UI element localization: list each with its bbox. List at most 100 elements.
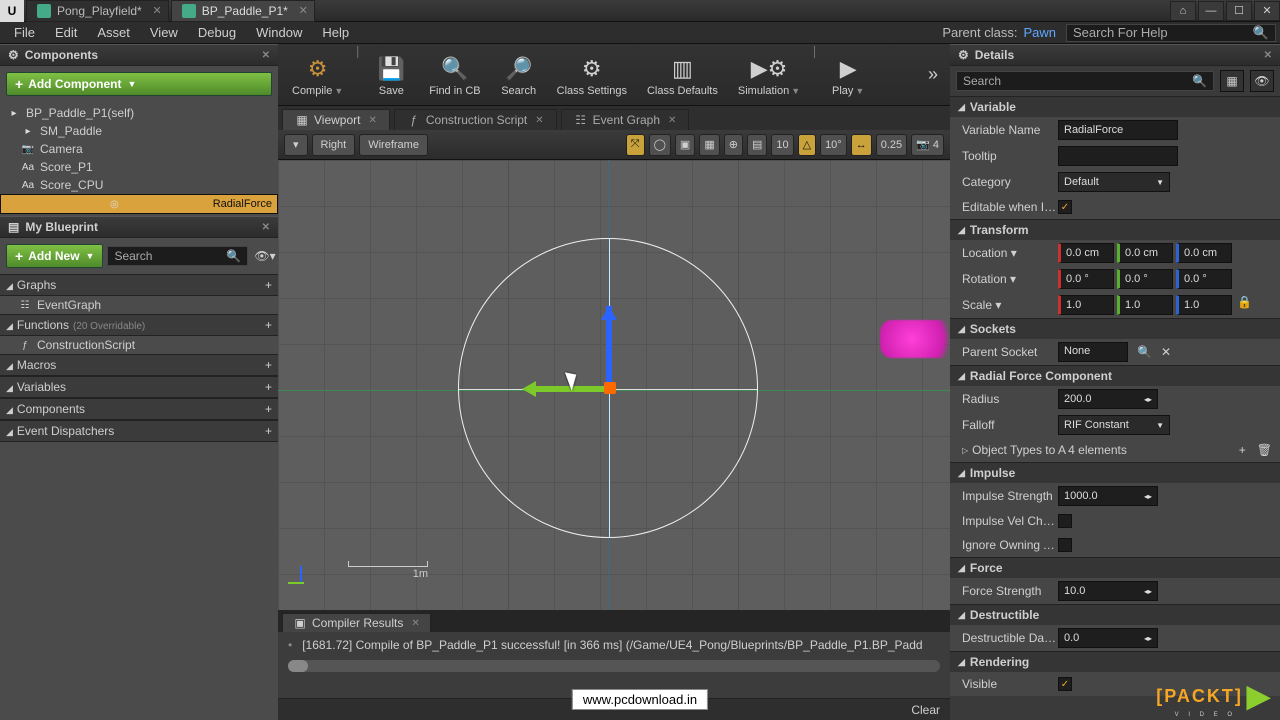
- viewport-snap-option[interactable]: 10: [771, 134, 793, 156]
- close-icon[interactable]: ✕: [299, 4, 308, 17]
- checkbox[interactable]: [1058, 514, 1072, 528]
- viewport-tab[interactable]: ☷Event Graph✕: [561, 109, 690, 130]
- plus-icon[interactable]: +: [265, 318, 272, 332]
- toolbar-class-settings-button[interactable]: ⚙Class Settings: [547, 47, 637, 103]
- component-root[interactable]: ▸BP_Paddle_P1(self): [0, 104, 278, 122]
- toolbar-compile-button[interactable]: ⚙Compile▼: [282, 47, 353, 103]
- add-new-button[interactable]: + Add New ▼: [6, 244, 103, 268]
- section-header[interactable]: ◢Rendering: [950, 652, 1280, 672]
- vector-field[interactable]: [1117, 269, 1173, 289]
- viewport-snap-option[interactable]: ▣: [675, 134, 695, 156]
- plus-icon[interactable]: +: [265, 278, 272, 292]
- compiler-results-tab[interactable]: ▣ Compiler Results ✕: [282, 613, 431, 632]
- property-matrix-button[interactable]: ▦: [1220, 70, 1244, 92]
- component-item[interactable]: ▸SM_Paddle: [0, 122, 278, 140]
- gear-icon[interactable]: ⚙: [958, 48, 969, 62]
- close-icon[interactable]: ✕: [368, 115, 376, 126]
- toolbar-search-button[interactable]: 🔎Search: [491, 47, 547, 103]
- section-header[interactable]: ◢Impulse: [950, 463, 1280, 483]
- maximize-button[interactable]: ☐: [1226, 1, 1252, 21]
- horizontal-scrollbar[interactable]: [288, 660, 940, 672]
- close-icon[interactable]: ✕: [668, 115, 676, 126]
- category-header[interactable]: ◢Variables+: [0, 376, 278, 398]
- viewport-snap-option[interactable]: ▦: [699, 134, 719, 156]
- search-help-input[interactable]: Search For Help 🔍: [1066, 24, 1276, 42]
- checkbox[interactable]: [1058, 538, 1072, 552]
- spinbox[interactable]: 10.0◂▸: [1058, 581, 1158, 601]
- toolbar-class-defaults-button[interactable]: ▥Class Defaults: [637, 47, 728, 103]
- text-input[interactable]: [1058, 120, 1178, 140]
- details-search[interactable]: Search 🔍: [956, 71, 1214, 91]
- minimize-button[interactable]: —: [1198, 1, 1224, 21]
- section-header[interactable]: ◢Variable: [950, 97, 1280, 117]
- blueprint-item[interactable]: ☷EventGraph: [0, 296, 278, 314]
- vector-field[interactable]: [1176, 295, 1232, 315]
- toolbar-simulation-button[interactable]: ▶⚙Simulation▼: [728, 47, 810, 103]
- text-input[interactable]: [1058, 146, 1178, 166]
- vector-field[interactable]: [1058, 295, 1114, 315]
- viewport-snap-option[interactable]: 0.25: [876, 134, 907, 156]
- section-header[interactable]: ◢Sockets: [950, 319, 1280, 339]
- plus-icon[interactable]: +: [265, 402, 272, 416]
- spinbox[interactable]: 1000.0◂▸: [1058, 486, 1158, 506]
- parent-class-link[interactable]: Pawn: [1023, 25, 1056, 40]
- viewport-snap-option[interactable]: 📷 4: [911, 134, 944, 156]
- vector-field[interactable]: [1058, 243, 1114, 263]
- viewport-option[interactable]: Wireframe: [359, 134, 428, 156]
- viewport-snap-option[interactable]: △: [798, 134, 816, 156]
- component-item[interactable]: 📷Camera: [0, 140, 278, 158]
- menu-file[interactable]: File: [4, 23, 45, 42]
- dropdown[interactable]: RIF Constant▼: [1058, 415, 1170, 435]
- menu-asset[interactable]: Asset: [87, 23, 140, 42]
- checkbox[interactable]: ✓: [1058, 677, 1072, 691]
- viewport-tab[interactable]: ▦Viewport✕: [282, 109, 390, 130]
- delete-icon[interactable]: 🗑: [1257, 443, 1272, 457]
- toolbar-find-in-cb-button[interactable]: 🔍Find in CB: [419, 47, 490, 103]
- toolbar-save-button[interactable]: 💾Save: [363, 47, 419, 103]
- component-item[interactable]: AaScore_CPU: [0, 176, 278, 194]
- menu-edit[interactable]: Edit: [45, 23, 87, 42]
- my-blueprint-search[interactable]: Search 🔍: [107, 246, 248, 266]
- component-item[interactable]: ◎RadialForce: [0, 194, 278, 214]
- marketplace-icon[interactable]: ⌂: [1170, 1, 1196, 21]
- vector-field[interactable]: [1058, 269, 1114, 289]
- plus-icon[interactable]: +: [265, 358, 272, 372]
- search-icon[interactable]: 🔍: [1137, 345, 1152, 359]
- category-header[interactable]: ◢Macros+: [0, 354, 278, 376]
- toolbar-overflow[interactable]: »: [920, 64, 946, 85]
- close-button[interactable]: ✕: [1254, 1, 1280, 21]
- viewport-snap-option[interactable]: ▤: [747, 134, 767, 156]
- menu-window[interactable]: Window: [246, 23, 312, 42]
- viewport[interactable]: 1m: [278, 160, 950, 610]
- viewport-option[interactable]: ▾: [284, 134, 308, 156]
- section-header[interactable]: ◢Radial Force Component: [950, 366, 1280, 386]
- clear-icon[interactable]: ✕: [1161, 345, 1171, 359]
- add-component-button[interactable]: + Add Component ▼: [6, 72, 272, 96]
- gear-icon[interactable]: ⚙: [8, 48, 19, 62]
- document-tab[interactable]: BP_Paddle_P1*✕: [171, 0, 315, 22]
- blueprint-item[interactable]: ƒConstructionScript: [0, 336, 278, 354]
- vector-field[interactable]: [1117, 243, 1173, 263]
- close-icon[interactable]: ✕: [411, 618, 419, 629]
- close-icon[interactable]: ✕: [262, 222, 270, 233]
- category-header[interactable]: ◢Graphs+: [0, 274, 278, 296]
- spinbox[interactable]: 0.0◂▸: [1058, 628, 1158, 648]
- viewport-snap-option[interactable]: ⤧: [626, 134, 645, 156]
- document-tab[interactable]: Pong_Playfield*✕: [26, 0, 169, 22]
- viewport-option[interactable]: Right: [312, 134, 356, 156]
- close-icon[interactable]: ✕: [153, 4, 162, 17]
- plus-icon[interactable]: +: [265, 380, 272, 394]
- book-icon[interactable]: ▤: [8, 220, 19, 234]
- checkbox[interactable]: ✓: [1058, 200, 1072, 214]
- close-icon[interactable]: ✕: [262, 50, 270, 61]
- plus-icon[interactable]: +: [265, 424, 272, 438]
- viewport-tab[interactable]: ƒConstruction Script✕: [394, 109, 557, 130]
- clear-button[interactable]: Clear: [911, 703, 940, 717]
- close-icon[interactable]: ✕: [535, 115, 543, 126]
- menu-view[interactable]: View: [140, 23, 188, 42]
- section-header[interactable]: ◢Force: [950, 558, 1280, 578]
- component-item[interactable]: AaScore_P1: [0, 158, 278, 176]
- viewport-snap-option[interactable]: ↔: [851, 134, 872, 156]
- viewport-snap-option[interactable]: ◯: [649, 134, 671, 156]
- eye-icon[interactable]: 👁▾: [252, 249, 278, 263]
